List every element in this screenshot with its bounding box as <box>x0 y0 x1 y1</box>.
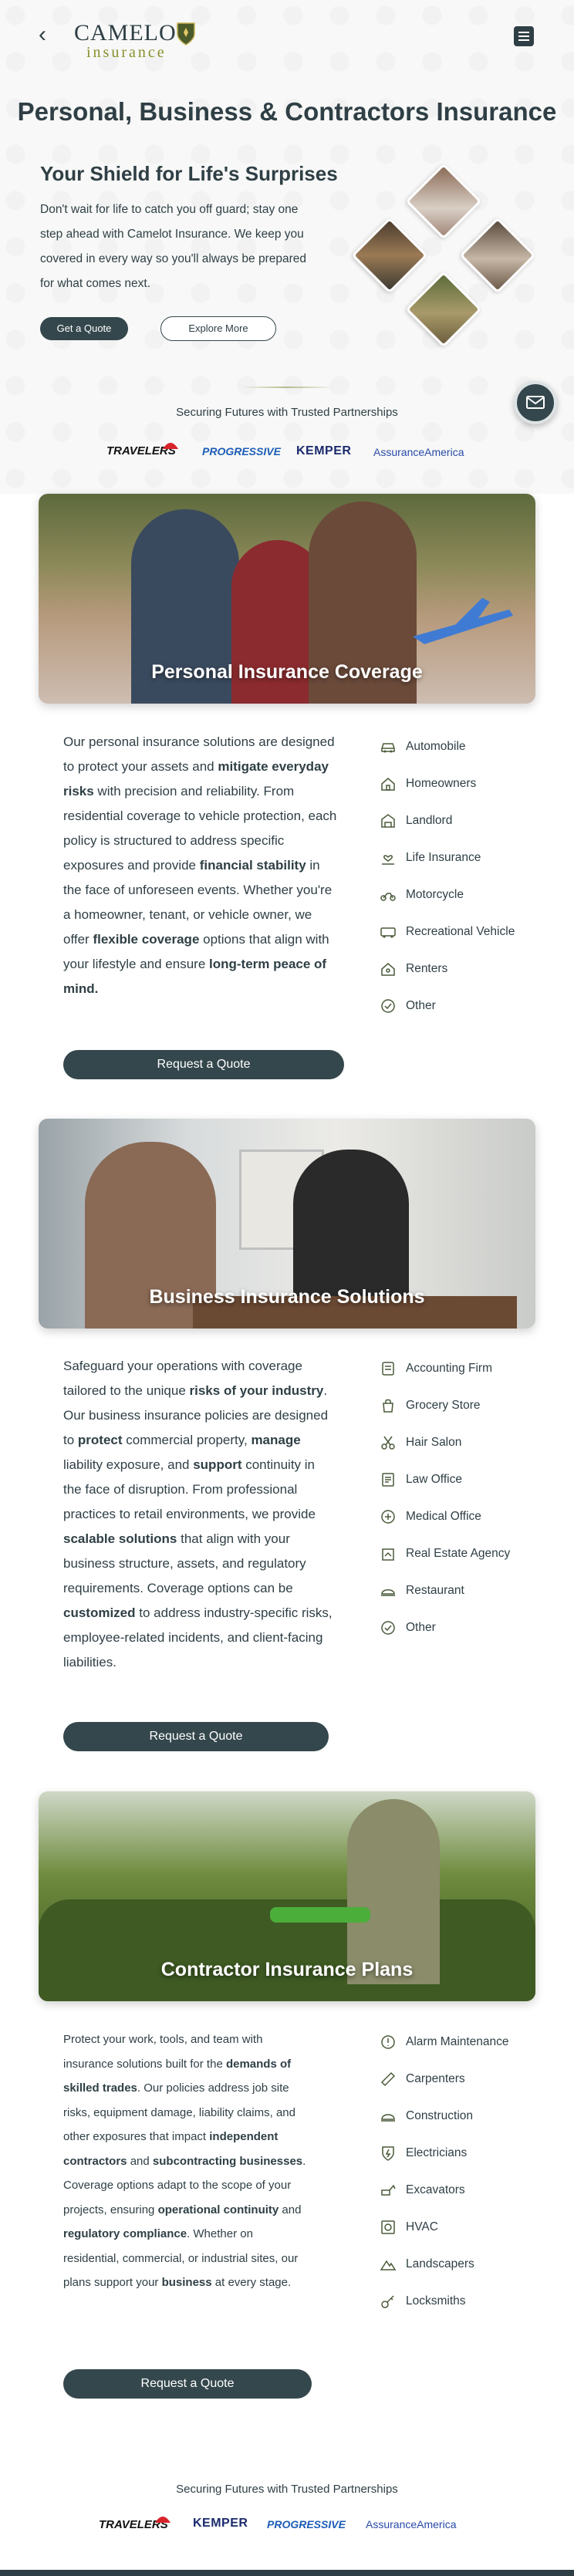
list-item-locksmiths[interactable]: Locksmiths <box>380 2283 509 2320</box>
list-item-life-insurance[interactable]: Life Insurance <box>380 839 515 876</box>
partners-label: Securing Futures with Trusted Partnershi… <box>176 406 398 419</box>
hand-heart-icon <box>382 855 394 865</box>
umbrella-icon <box>155 2517 171 2523</box>
assurance-america-text: AssuranceAmerica <box>373 446 464 458</box>
motorcycle-icon <box>380 893 396 901</box>
contractor-image: Contractor Insurance Plans <box>39 1791 535 2001</box>
menu-button[interactable] <box>514 26 534 46</box>
list-item-hair-salon[interactable]: Hair Salon <box>380 1424 510 1461</box>
assurance-america-logo: AssuranceAmerica <box>366 2518 457 2530</box>
list-item-electricians[interactable]: Electricians <box>380 2135 509 2172</box>
list-item-grocery-store[interactable]: Grocery Store <box>380 1387 510 1424</box>
list-item-other[interactable]: Other <box>380 988 515 1025</box>
list-item-landlord[interactable]: Landlord <box>380 802 515 839</box>
shield-logo-icon <box>177 22 195 46</box>
excavator-icon <box>381 2184 396 2196</box>
assurance-america-logo: AssuranceAmerica <box>373 446 464 458</box>
scissors-icon <box>381 1436 395 1450</box>
divider <box>241 387 333 388</box>
page-title: Personal, Business & Contractors Insuran… <box>17 97 557 126</box>
kemper-logo: KEMPER <box>193 2517 248 2530</box>
site-header: ‹ CAMELOT insurance <box>0 0 574 77</box>
back-icon[interactable]: ‹ <box>39 23 46 46</box>
logo-wordmark: CAMELOT <box>74 20 191 46</box>
personal-quote-button[interactable]: Request a Quote <box>63 1050 344 1079</box>
list-item-law-office[interactable]: Law Office <box>380 1461 510 1498</box>
camelot-logo[interactable]: CAMELOT insurance <box>74 20 191 61</box>
document-icon <box>382 1473 394 1487</box>
saw-icon <box>380 2071 396 2087</box>
progressive-logo: PROGRESSIVE <box>202 445 281 457</box>
ledger-icon <box>382 1362 394 1376</box>
contractor-description: Protect your work, tools, and team with … <box>63 2033 306 2289</box>
umbrella-icon <box>163 443 178 449</box>
key-icon <box>381 2295 394 2308</box>
business-image-title: Business Insurance Solutions <box>149 1286 425 1308</box>
business-quote-button[interactable]: Request a Quote <box>63 1722 329 1751</box>
mountain-icon <box>380 2260 397 2270</box>
logo-subtitle: insurance <box>86 44 167 61</box>
contractor-image-title: Contractor Insurance Plans <box>160 1959 414 1980</box>
personal-coverage-list: Automobile Homeowners Landlord Life Insu… <box>380 728 515 1025</box>
list-item-motorcycle[interactable]: Motorcycle <box>380 876 515 913</box>
building-icon <box>381 814 395 828</box>
get-quote-button[interactable]: Get a Quote <box>40 317 128 340</box>
rv-icon <box>380 927 396 938</box>
mail-icon <box>526 396 545 409</box>
circle-check-icon <box>381 999 395 1013</box>
list-item-construction[interactable]: Construction <box>380 2098 509 2135</box>
kemper-logo: KEMPER <box>296 444 352 457</box>
footer-bar <box>0 2570 574 2576</box>
business-coverage-list: Accounting Firm Grocery Store Hair Salon… <box>380 1350 510 1646</box>
personal-description: Our personal insurance solutions are des… <box>63 734 337 996</box>
toy-plane-icon <box>413 598 513 644</box>
list-item-real-estate-agency[interactable]: Real Estate Agency <box>380 1535 510 1572</box>
person-agent <box>293 1150 409 1304</box>
contractor-quote-button[interactable]: Request a Quote <box>63 2369 312 2399</box>
bag-icon <box>383 1399 393 1413</box>
cloche-icon <box>381 1589 395 1596</box>
business-description: Safeguard your operations with coverage … <box>63 1359 333 1670</box>
circle-check-icon <box>381 1621 395 1635</box>
sign-house-icon <box>382 1548 394 1561</box>
house-icon <box>381 778 395 791</box>
alarm-icon <box>381 2035 395 2049</box>
bolt-shield-icon <box>382 2146 394 2161</box>
hero-title: Your Shield for Life's Surprises <box>40 162 338 185</box>
explore-more-button[interactable]: Explore More <box>160 316 276 341</box>
personal-image-title: Personal Insurance Coverage <box>151 661 423 683</box>
list-item-other[interactable]: Other <box>380 1609 510 1646</box>
list-item-excavators[interactable]: Excavators <box>380 2172 509 2209</box>
list-item-recreational-vehicle[interactable]: Recreational Vehicle <box>380 913 515 950</box>
person-gardener <box>347 1799 440 1984</box>
progressive-logo: PROGRESSIVE <box>267 2518 346 2530</box>
list-item-homeowners[interactable]: Homeowners <box>380 765 515 802</box>
key-house-icon <box>381 963 395 976</box>
hvac-unit-icon <box>381 2220 395 2234</box>
hero-text: Don't wait for life to catch you off gua… <box>40 203 306 290</box>
list-item-accounting-firm[interactable]: Accounting Firm <box>380 1350 510 1387</box>
partners-label-bottom: Securing Futures with Trusted Partnershi… <box>176 2483 398 2496</box>
list-item-restaurant[interactable]: Restaurant <box>380 1572 510 1609</box>
hardhat-icon <box>381 2114 395 2122</box>
list-item-renters[interactable]: Renters <box>380 950 515 988</box>
list-item-alarm-maintenance[interactable]: Alarm Maintenance <box>380 2024 509 2061</box>
contact-button[interactable] <box>514 381 557 424</box>
list-item-automobile[interactable]: Automobile <box>380 728 515 765</box>
medical-icon <box>381 1510 395 1524</box>
assurance-america-text: AssuranceAmerica <box>366 2518 457 2530</box>
list-item-landscapers[interactable]: Landscapers <box>380 2246 509 2283</box>
business-image: Business Insurance Solutions <box>39 1119 535 1329</box>
hedge-trimmer <box>270 1907 370 1923</box>
list-item-hvac[interactable]: HVAC <box>380 2209 509 2246</box>
list-item-medical-office[interactable]: Medical Office <box>380 1498 510 1535</box>
contractor-coverage-list: Alarm Maintenance Carpenters Constructio… <box>380 2024 509 2320</box>
car-icon <box>381 743 395 753</box>
list-item-carpenters[interactable]: Carpenters <box>380 2061 509 2098</box>
personal-image: Personal Insurance Coverage <box>39 494 535 704</box>
